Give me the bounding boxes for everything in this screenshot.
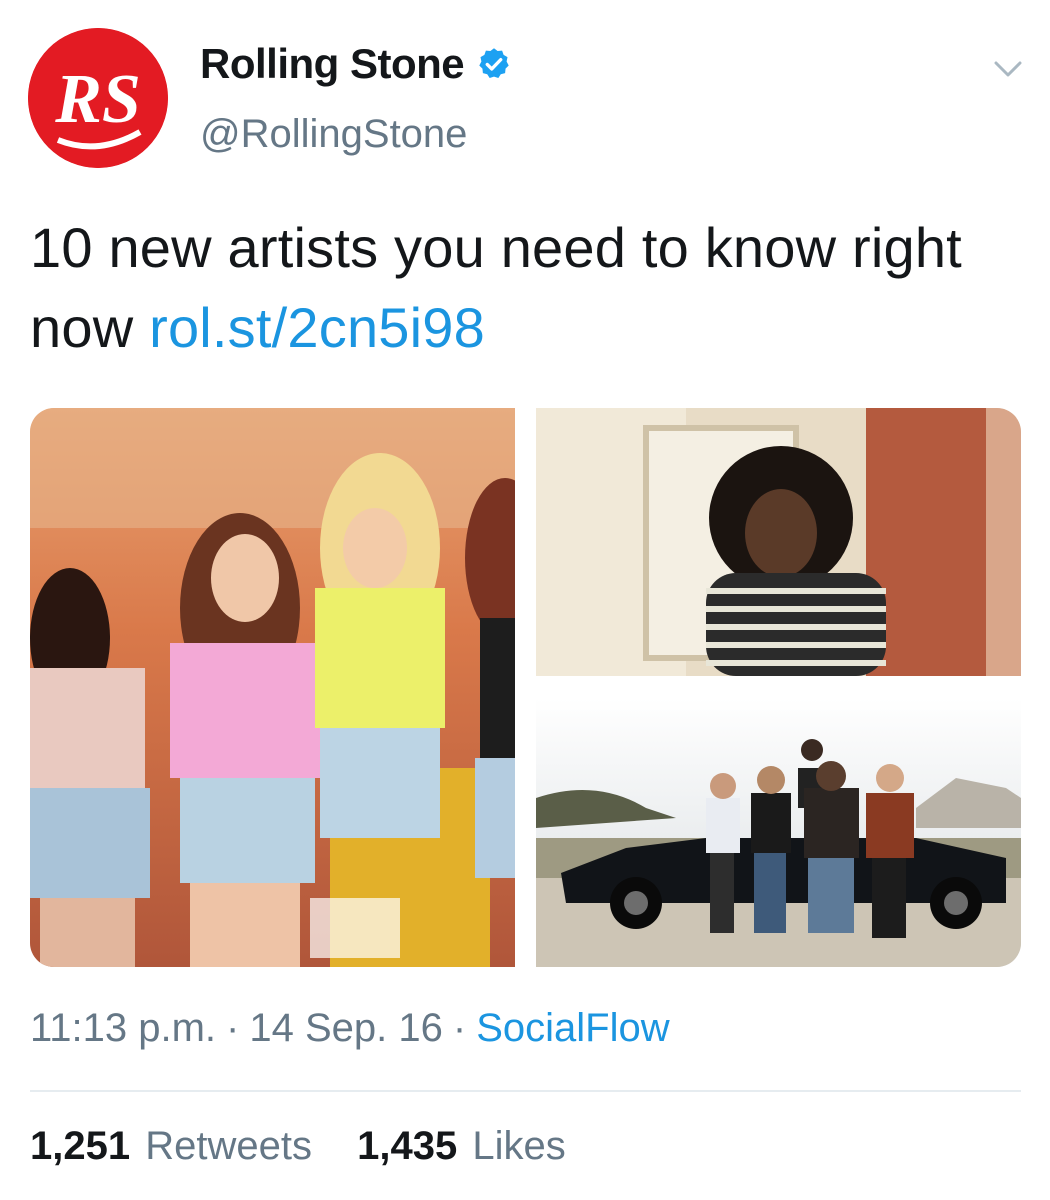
likes-count: 1,435 <box>357 1124 458 1168</box>
tweet-text: 10 new artists you need to know right no… <box>30 208 1020 368</box>
account-handle[interactable]: @RollingStone <box>200 112 467 157</box>
media-photo-group[interactable] <box>30 408 515 967</box>
svg-text:RS: RS <box>54 61 141 138</box>
tweet-time[interactable]: 11:13 p.m. <box>30 1006 216 1050</box>
tweet-link[interactable]: rol.st/2cn5i98 <box>149 296 485 359</box>
verified-badge-icon <box>476 46 512 82</box>
chevron-down-icon[interactable] <box>988 54 1028 84</box>
meta-separator: · <box>226 1006 240 1050</box>
tweet-source-link[interactable]: SocialFlow <box>476 1006 669 1050</box>
retweets-label: Retweets <box>145 1124 312 1168</box>
retweets-count: 1,251 <box>30 1124 131 1168</box>
likes-label: Likes <box>472 1124 566 1168</box>
media-grid <box>30 408 1021 967</box>
media-photo-band[interactable] <box>536 698 1021 967</box>
tweet-meta: 11:13 p.m. · 14 Sep. 16 · SocialFlow <box>30 1006 670 1051</box>
tweet-date[interactable]: 14 Sep. 16 <box>249 1006 443 1050</box>
divider <box>30 1090 1021 1092</box>
avatar[interactable]: RS <box>28 28 168 168</box>
retweets-stat[interactable]: 1,251 Retweets <box>30 1124 312 1169</box>
meta-separator: · <box>452 1006 467 1050</box>
media-photo-portrait[interactable] <box>536 408 1021 676</box>
display-name[interactable]: Rolling Stone <box>200 40 465 88</box>
likes-stat[interactable]: 1,435 Likes <box>357 1124 566 1169</box>
account-name-row: Rolling Stone <box>200 40 512 88</box>
tweet-stats: 1,251 Retweets 1,435 Likes <box>30 1124 600 1169</box>
rolling-stone-logo: RS <box>28 28 168 168</box>
